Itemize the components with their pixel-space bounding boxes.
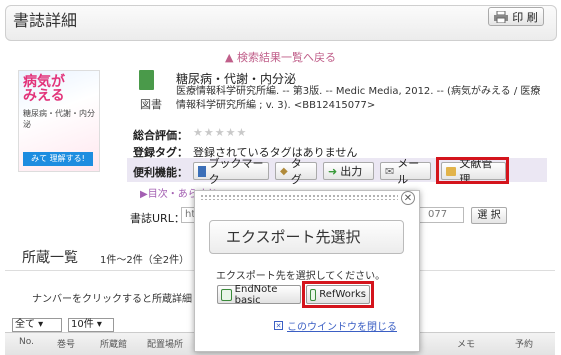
book-description: 医療情報科学研究所編. -- 第3版. -- Medic Media, 2012…: [176, 86, 541, 111]
print-button[interactable]: 印 刷: [488, 7, 544, 26]
bookmark-icon: [198, 165, 206, 177]
endnote-button[interactable]: EndNote basic: [217, 283, 301, 306]
bookmark-button[interactable]: ブックマーク: [193, 157, 269, 186]
page-header: [5, 5, 557, 41]
close-window-label: このウインドウを閉じる: [287, 322, 397, 333]
url-label: 書誌URL：: [130, 212, 185, 225]
rows-per-page-select[interactable]: 10件 ▾: [68, 318, 114, 332]
holdings-title: 所蔵一覧: [22, 250, 78, 266]
back-to-results-link[interactable]: ▲ 検索結果一覧へ戻る: [0, 49, 561, 65]
tag-label: タグ: [290, 157, 302, 186]
col-volume: 巻号: [57, 340, 76, 350]
holdings-count: 1件〜2件（全2件）: [100, 255, 190, 266]
cover-subtitle: 糖尿病・代謝・内分泌: [23, 109, 95, 129]
book-icon: [139, 70, 154, 90]
tag-button[interactable]: ◆ タグ: [275, 157, 317, 186]
col-location: 配置場所: [147, 340, 184, 350]
close-box-icon: ✕: [274, 321, 283, 330]
filter-select[interactable]: 全て ▾: [12, 318, 62, 332]
output-button[interactable]: ➜ 出力: [323, 162, 374, 180]
rating-label: 総合評価：: [133, 129, 188, 142]
col-library: 所蔵館: [100, 340, 128, 350]
dialog-title: エクスポート先選択: [209, 220, 404, 254]
mail-label: メール: [397, 157, 420, 186]
page-title: 書誌詳細: [13, 11, 78, 30]
col-memo: メモ: [457, 340, 476, 350]
col-reserve: 予約: [515, 340, 534, 350]
book-cover-image: 病気が みえる 糖尿病・代謝・内分泌 みて 理解する!: [18, 70, 100, 172]
col-no: No.: [19, 337, 34, 347]
tag-icon: ◆: [280, 165, 288, 177]
dialog-message: エクスポート先を選択してください。: [216, 271, 386, 282]
url-suffix: 077: [428, 209, 448, 220]
print-label: 印 刷: [512, 10, 538, 24]
cover-title-line2: みえる: [23, 88, 65, 104]
close-icon[interactable]: ✕: [401, 191, 415, 205]
mail-icon: ✉: [385, 164, 395, 178]
output-icon: ➜: [328, 164, 338, 178]
cover-banner: みて 理解する!: [23, 152, 93, 166]
output-label: 出力: [340, 165, 363, 178]
material-type-label: 図書: [140, 98, 162, 111]
close-window-link[interactable]: ✕ このウインドウを閉じる: [274, 318, 397, 333]
dialog-drag-handle[interactable]: [200, 194, 398, 200]
printer-icon: [494, 10, 509, 23]
holdings-hint: ナンバーをクリックすると所蔵詳細: [32, 294, 192, 305]
highlight-outline-reference: [436, 157, 509, 184]
highlight-outline-refworks: [302, 281, 374, 308]
select-url-button[interactable]: 選 択: [471, 207, 507, 224]
export-icon: [221, 288, 232, 301]
endnote-label: EndNote basic: [234, 283, 278, 306]
mail-button[interactable]: ✉ メール: [380, 157, 431, 186]
utility-label: 便利機能：: [133, 166, 188, 179]
rating-stars[interactable]: ★★★★★: [193, 126, 247, 139]
bookmark-label: ブックマーク: [208, 157, 264, 186]
